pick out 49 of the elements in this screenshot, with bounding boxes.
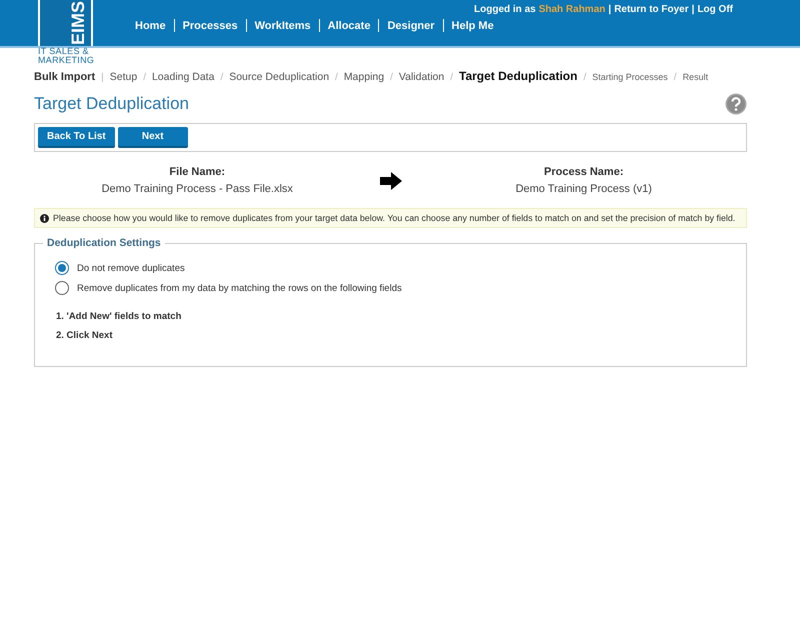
nav-link[interactable]: Allocate: [320, 20, 378, 32]
breadcrumb-step: Loading Data: [152, 71, 214, 83]
nav-link[interactable]: WorkItems: [246, 20, 319, 32]
field-label: File Name:: [168, 166, 226, 178]
instruction-step: 1. 'Add New' fields to match: [56, 311, 726, 322]
nav-link[interactable]: Processes: [174, 20, 246, 32]
login-label: Logged in as: [474, 4, 536, 15]
user-name: Shah Rahman: [538, 4, 606, 15]
breadcrumb-separator: /: [335, 72, 338, 83]
separator-text: |: [608, 4, 612, 15]
breadcrumb-step: Bulk Import: [34, 71, 96, 83]
breadcrumb-separator: /: [674, 72, 677, 83]
breadcrumb-separator: /: [583, 72, 586, 83]
breadcrumb-separator: |: [101, 72, 104, 83]
arrow-icon: [380, 172, 402, 190]
nav-link[interactable]: Designer: [379, 20, 443, 32]
nav-link[interactable]: Help Me: [444, 20, 502, 32]
file-name: Demo Training Process - Pass File.xlsx: [100, 183, 294, 195]
breadcrumb-step: Setup: [110, 71, 138, 83]
process-name: Demo Training Process (v1): [514, 183, 653, 195]
breadcrumb-step: Source Deduplication: [229, 71, 330, 83]
breadcrumb-separator: /: [390, 72, 393, 83]
panel-legend: Deduplication Settings: [43, 237, 165, 249]
breadcrumb-step: Starting Processes: [592, 72, 668, 82]
back-button[interactable]: Back To List: [38, 127, 115, 148]
logo-text: EIMS: [67, 0, 89, 48]
header-link[interactable]: Log Off: [697, 4, 733, 15]
instruction-step: 2. Click Next: [56, 330, 726, 341]
info-message: Please choose how you would like to remove duplicates from your target data below. You can choose any number of fields to match on and set the precision of match by field.: [53, 213, 736, 223]
header-link[interactable]: Return to Foyer: [614, 4, 689, 15]
breadcrumb-step: Target Deduplication: [459, 69, 578, 83]
info-icon: [40, 214, 49, 222]
radio-button[interactable]: [55, 281, 69, 295]
breadcrumb-step: Mapping: [344, 71, 384, 83]
field-label: Process Name:: [543, 166, 624, 178]
help-icon[interactable]: [725, 93, 747, 115]
breadcrumb-separator: /: [143, 72, 146, 83]
option-label[interactable]: Remove duplicates from my data by matching the rows on the following fields: [77, 282, 402, 294]
breadcrumb-step: Result: [682, 72, 708, 82]
radio-button[interactable]: [55, 261, 69, 275]
separator-text: |: [692, 4, 694, 15]
breadcrumb-separator: /: [220, 72, 224, 83]
option-label[interactable]: Do not remove duplicates: [77, 262, 185, 274]
page-title: Target Deduplication: [34, 94, 189, 114]
next-button[interactable]: Next: [118, 127, 188, 148]
breadcrumb-separator: /: [450, 72, 453, 83]
breadcrumb-step: Validation: [398, 71, 444, 83]
logo-tagline: IT SALES & MARKETING: [38, 47, 96, 65]
nav-link[interactable]: Home: [127, 20, 174, 32]
